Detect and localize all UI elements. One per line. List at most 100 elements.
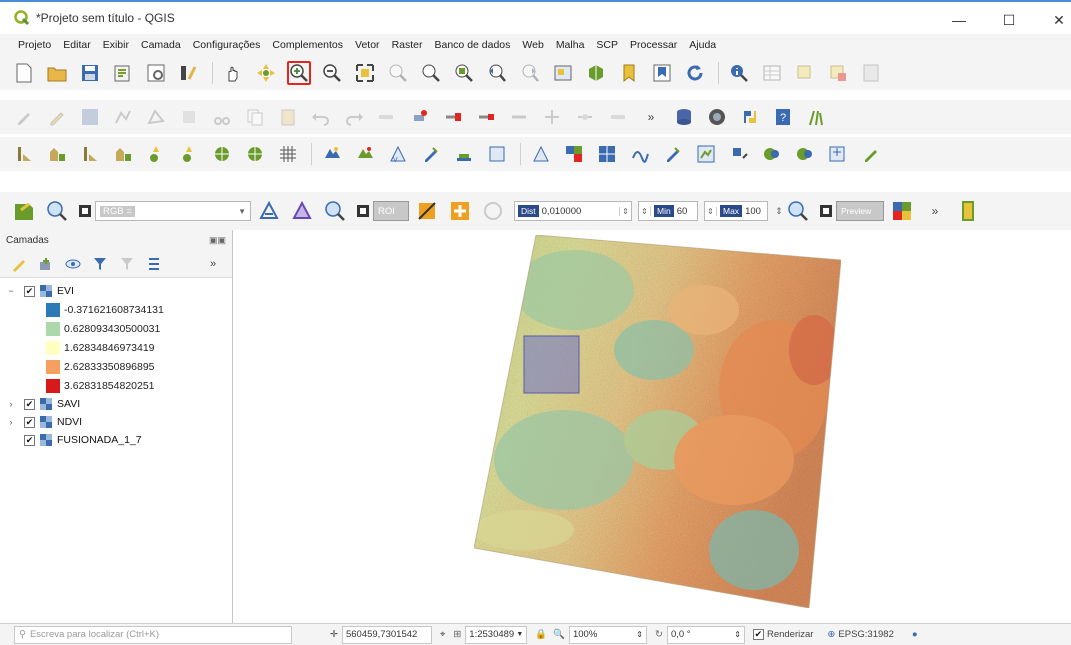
new-temporary-layer-icon[interactable] [485, 142, 509, 166]
menu-camada[interactable]: Camada [141, 39, 181, 51]
add-feature-icon[interactable] [111, 105, 135, 129]
scp-classification-icon[interactable] [595, 142, 619, 166]
rotation-spinbox[interactable]: 0,0 ° ⇕ [666, 625, 745, 644]
new-bookmark-icon[interactable] [617, 61, 641, 85]
expand-arrow-icon[interactable]: › [6, 399, 16, 409]
zoom-in-icon[interactable] [287, 61, 311, 85]
add-wfs-icon[interactable] [320, 142, 344, 166]
roi-selection-rectangle[interactable] [523, 335, 580, 394]
open-calculator-icon[interactable] [859, 61, 883, 85]
toggle-extents-icon[interactable]: ⌖ [440, 629, 445, 640]
layer-checkbox[interactable]: ✔ [24, 416, 35, 428]
locator-search-input[interactable]: ⚲ Escreva para localizar (Ctrl+K) [14, 625, 292, 644]
undo-icon[interactable] [309, 105, 333, 129]
manage-visibility-icon[interactable] [64, 255, 82, 273]
roi-toggle-icon[interactable] [356, 199, 370, 223]
add-vector-layer-icon[interactable] [45, 142, 69, 166]
preview-combo[interactable]: Preview [836, 201, 884, 221]
add-wms-icon[interactable] [210, 142, 234, 166]
menu-projeto[interactable]: Projeto [18, 39, 51, 51]
minimize-button[interactable]: — [936, 4, 982, 36]
spin-arrows-icon[interactable]: ⇕ [639, 206, 651, 216]
zoom-to-input-image-icon[interactable] [45, 199, 69, 223]
scp-spectral-icon[interactable] [628, 142, 652, 166]
crs-label[interactable]: EPSG:31982 [838, 629, 893, 640]
roi-combo[interactable]: ROI [373, 201, 409, 221]
scp-dock-icon[interactable] [12, 199, 36, 223]
more-tools-icon[interactable]: » [639, 105, 663, 129]
add-spatialite-icon[interactable] [111, 142, 135, 166]
menu-scp[interactable]: SCP [596, 39, 618, 51]
delete-selected-icon[interactable] [177, 105, 201, 129]
menu-raster[interactable]: Raster [392, 39, 423, 51]
layer-row-evi[interactable]: − ✔ EVI [0, 282, 232, 300]
panel-float-close-icon[interactable]: ▣▣ [209, 235, 226, 246]
new-project-icon[interactable] [12, 61, 36, 85]
select-features-icon[interactable] [793, 61, 817, 85]
layout-manager-icon[interactable] [144, 61, 168, 85]
create-roi-icon[interactable] [415, 199, 439, 223]
more-panel-tools-icon[interactable]: » [204, 255, 222, 273]
scp-preprocessing-icon[interactable] [760, 142, 784, 166]
spin-arrows-icon[interactable]: ⇕ [734, 630, 741, 639]
preview-toggle-icon[interactable] [819, 199, 833, 223]
label-tool-icon[interactable] [375, 105, 399, 129]
zoom-to-roi-icon[interactable] [323, 199, 347, 223]
magnifier-spinbox[interactable]: 100% ⇕ [568, 625, 647, 644]
open-table-icon[interactable] [760, 61, 784, 85]
add-arcgis-icon[interactable] [353, 142, 377, 166]
paste-features-icon[interactable] [276, 105, 300, 129]
max-spinbox[interactable]: ⇕ Max 100 [704, 201, 768, 221]
menu-exibir[interactable]: Exibir [103, 39, 129, 51]
layer-row-fusionada[interactable]: ✔ FUSIONADA_1_7 [0, 431, 232, 449]
max-spin-arrow-icon[interactable]: ⇕ [774, 199, 784, 223]
new-print-layout-icon[interactable] [111, 61, 135, 85]
redo-icon[interactable] [342, 105, 366, 129]
label-properties-icon[interactable] [606, 105, 630, 129]
save-project-icon[interactable] [78, 61, 102, 85]
expand-arrow-icon[interactable]: › [6, 417, 16, 427]
open-project-icon[interactable] [45, 61, 69, 85]
spin-arrows-icon[interactable]: ⇕ [636, 630, 643, 639]
zoom-last-icon[interactable] [485, 61, 509, 85]
menu-banco-de-dados[interactable]: Banco de dados [435, 39, 511, 51]
local-cumulative-stretch-icon[interactable] [257, 199, 281, 223]
lock-scale-icon[interactable]: 🔒 [535, 629, 547, 640]
spin-arrows-icon[interactable]: ⇕ [705, 206, 717, 216]
vertex-tool-icon[interactable] [144, 105, 168, 129]
classification-preview-icon[interactable] [890, 199, 914, 223]
pin-labels-icon[interactable] [408, 105, 432, 129]
copy-features-icon[interactable] [243, 105, 267, 129]
scp-band-set-icon[interactable] [562, 142, 586, 166]
python-console-icon[interactable] [738, 105, 762, 129]
layer-checkbox[interactable]: ✔ [24, 285, 35, 297]
zoom-next-icon[interactable] [518, 61, 542, 85]
scp-extra-icon[interactable] [956, 199, 980, 223]
filter-by-expression-icon[interactable] [118, 255, 136, 273]
highlight-labels-icon[interactable] [441, 105, 465, 129]
database-icon[interactable] [672, 105, 696, 129]
show-bookmarks-icon[interactable] [650, 61, 674, 85]
grass-tools-icon[interactable] [804, 105, 828, 129]
save-edits-icon[interactable] [78, 105, 102, 129]
scp-edit-icon[interactable] [661, 142, 685, 166]
redo-roi-icon[interactable] [481, 199, 505, 223]
map-canvas[interactable] [234, 230, 1071, 623]
rotate-label-icon[interactable] [540, 105, 564, 129]
render-checkbox[interactable]: ✔ [752, 629, 764, 640]
scp-stats-icon[interactable] [694, 142, 718, 166]
messages-icon[interactable]: ● [912, 629, 918, 640]
add-group-icon[interactable] [37, 255, 55, 273]
dist-spinbox[interactable]: Dist 0,010000 ⇕ [514, 201, 632, 221]
add-delimited-text-icon[interactable] [78, 142, 102, 166]
menu-web[interactable]: Web [522, 39, 543, 51]
more-scp-tools-icon[interactable]: » [923, 199, 947, 223]
layer-checkbox[interactable]: ✔ [24, 398, 35, 410]
cut-features-icon[interactable] [210, 105, 234, 129]
change-label-icon[interactable] [573, 105, 597, 129]
plugin-tool-icon[interactable] [705, 105, 729, 129]
crs-globe-icon[interactable]: ⊕ [827, 629, 835, 640]
activate-roi-pointer-icon[interactable] [448, 199, 472, 223]
new-3d-map-icon[interactable] [584, 61, 608, 85]
add-vector-tile-icon[interactable] [276, 142, 300, 166]
